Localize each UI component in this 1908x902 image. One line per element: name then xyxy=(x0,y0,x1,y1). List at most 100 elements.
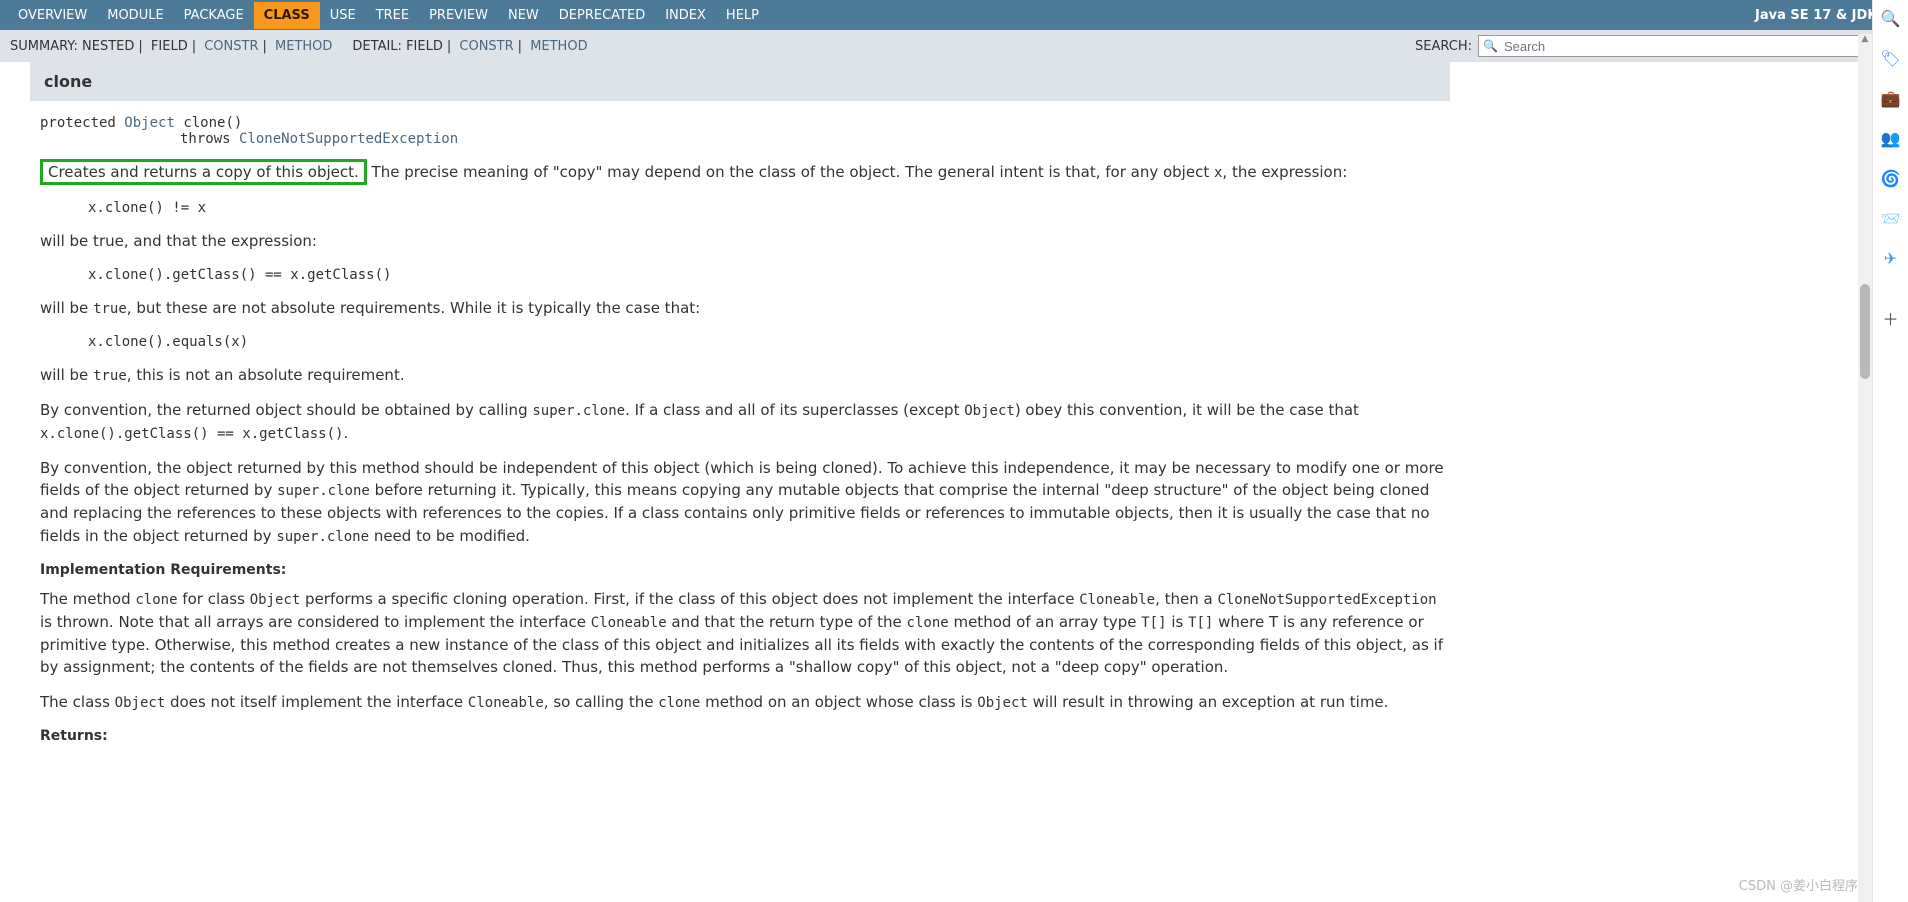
rail-send-icon[interactable]: ✈ xyxy=(1881,248,1901,268)
rail-plus-icon[interactable]: ＋ xyxy=(1881,308,1901,328)
p2code: true xyxy=(93,301,127,317)
highlighted-summary: Creates and returns a copy of this objec… xyxy=(40,159,367,185)
nav-preview[interactable]: PREVIEW xyxy=(419,2,498,29)
scrollbar-thumb[interactable] xyxy=(1860,284,1870,379)
detail-field: FIELD xyxy=(406,39,443,54)
scrollbar-track[interactable]: ▲ xyxy=(1858,34,1872,902)
ig: method of an array type xyxy=(949,613,1142,631)
p6a: The class xyxy=(40,693,115,711)
ib: for class xyxy=(178,590,250,608)
summary-rest-b: , the expression: xyxy=(1222,163,1347,181)
scroll-up-icon[interactable]: ▲ xyxy=(1858,34,1872,48)
rail-tag-icon[interactable]: 🏷 xyxy=(1881,48,1901,68)
rail-people-icon[interactable]: 👥 xyxy=(1881,128,1901,148)
summary-label: SUMMARY: xyxy=(10,39,78,54)
p4: By convention, the returned object shoul… xyxy=(40,393,1450,451)
return-type-link[interactable]: Object xyxy=(124,115,175,131)
ic: performs a specific cloning operation. F… xyxy=(300,590,1079,608)
throws-keyword: throws xyxy=(180,131,231,147)
p5code2: super.clone xyxy=(276,529,369,545)
nav-tree[interactable]: TREE xyxy=(366,2,419,29)
ic5: Cloneable xyxy=(591,615,667,631)
p6d: method on an object whose class is xyxy=(700,693,977,711)
rail-search-icon[interactable]: 🔍 xyxy=(1881,8,1901,28)
ic1: clone xyxy=(135,592,177,608)
nav-package[interactable]: PACKAGE xyxy=(174,2,254,29)
search-label: SEARCH: xyxy=(1415,39,1472,54)
top-navigation: OVERVIEW MODULE PACKAGE CLASS USE TREE P… xyxy=(0,0,1908,30)
p2a: will be xyxy=(40,299,93,317)
nav-module[interactable]: MODULE xyxy=(97,2,173,29)
ic7: T[] xyxy=(1141,615,1166,631)
p4b: . If a class and all of its superclasses… xyxy=(625,401,964,419)
summary-group: SUMMARY: NESTED| FIELD| CONSTR| METHOD xyxy=(10,39,332,54)
sub-navigation: SUMMARY: NESTED| FIELD| CONSTR| METHOD D… xyxy=(0,30,1908,62)
p6: The class Object does not itself impleme… xyxy=(40,685,1450,720)
expr1: x.clone() != x xyxy=(40,192,1450,224)
rail-cloud-icon[interactable]: 🌀 xyxy=(1881,168,1901,188)
ic6: clone xyxy=(907,615,949,631)
browser-side-rail: 🔍 🏷 💼 👥 🌀 📨 ✈ ＋ xyxy=(1872,0,1908,902)
rail-briefcase-icon[interactable]: 💼 xyxy=(1881,88,1901,108)
p4code1: super.clone xyxy=(532,403,625,419)
search-wrap: SEARCH: 🔍 ✕ xyxy=(1415,35,1898,57)
p6c2: Cloneable xyxy=(468,695,544,711)
p2: will be true, but these are not absolute… xyxy=(40,291,1450,326)
ie: is thrown. Note that all arrays are cons… xyxy=(40,613,591,631)
ic3: Cloneable xyxy=(1079,592,1155,608)
search-input[interactable] xyxy=(1502,37,1876,56)
p4a: By convention, the returned object shoul… xyxy=(40,401,532,419)
method-summary-text: Creates and returns a copy of this objec… xyxy=(40,153,1450,192)
p3b: , this is not an absolute requirement. xyxy=(127,366,405,384)
method-detail: clone protected Object clone() throws Cl… xyxy=(0,62,1490,768)
nav-new[interactable]: NEW xyxy=(498,2,549,29)
p6c3: clone xyxy=(658,695,700,711)
search-box: 🔍 ✕ xyxy=(1478,35,1898,57)
returns-label: Returns: xyxy=(40,720,1450,748)
p6c1: Object xyxy=(115,695,166,711)
summary-field: FIELD xyxy=(151,39,188,54)
nav-tabs: OVERVIEW MODULE PACKAGE CLASS USE TREE P… xyxy=(8,2,769,29)
expr2: x.clone().getClass() == x.getClass() xyxy=(40,259,1450,291)
nav-class[interactable]: CLASS xyxy=(254,2,320,29)
p5: By convention, the object returned by th… xyxy=(40,451,1450,554)
p3code: true xyxy=(93,368,127,384)
p6c: , so calling the xyxy=(544,693,658,711)
p3: will be true, this is not an absolute re… xyxy=(40,358,1450,393)
p4code2: Object xyxy=(964,403,1015,419)
modifier: protected xyxy=(40,115,116,131)
nav-use[interactable]: USE xyxy=(320,2,366,29)
summary-constr-link[interactable]: CONSTR xyxy=(204,39,258,54)
expr3: x.clone().equals(x) xyxy=(40,326,1450,358)
summary-rest-a: The precise meaning of "copy" may depend… xyxy=(367,163,1214,181)
detail-method-link[interactable]: METHOD xyxy=(530,39,587,54)
ic2: Object xyxy=(250,592,301,608)
detail-label: DETAIL: xyxy=(352,39,402,54)
detail-constr-link[interactable]: CONSTR xyxy=(459,39,513,54)
nav-help[interactable]: HELP xyxy=(716,2,769,29)
summary-nested: NESTED xyxy=(82,39,134,54)
p4code3: x.clone().getClass() == x.getClass() xyxy=(40,426,343,442)
detail-group: DETAIL: FIELD| CONSTR| METHOD xyxy=(352,39,587,54)
impl-req-label: Implementation Requirements: xyxy=(40,554,1450,582)
p4c: ) obey this convention, it will be the c… xyxy=(1015,401,1359,419)
throws-type-link[interactable]: CloneNotSupportedException xyxy=(239,131,458,147)
method-signature: protected Object clone() throws CloneNot… xyxy=(40,101,1450,153)
p6b: does not itself implement the interface xyxy=(165,693,468,711)
p3a: will be xyxy=(40,366,93,384)
ia: The method xyxy=(40,590,135,608)
id: , then a xyxy=(1155,590,1217,608)
ic4: CloneNotSupportedException xyxy=(1217,592,1436,608)
p4d: . xyxy=(343,424,348,442)
nav-deprecated[interactable]: DEPRECATED xyxy=(549,2,655,29)
nav-index[interactable]: INDEX xyxy=(655,2,716,29)
method-name-parens: clone() xyxy=(183,115,242,131)
ic8: T[] xyxy=(1188,615,1213,631)
p2b: , but these are not absolute requirement… xyxy=(127,299,700,317)
rail-mail-icon[interactable]: 📨 xyxy=(1881,208,1901,228)
ih: is xyxy=(1167,613,1189,631)
nav-overview[interactable]: OVERVIEW xyxy=(8,2,97,29)
summary-method-link[interactable]: METHOD xyxy=(275,39,332,54)
method-name-header: clone xyxy=(30,62,1450,101)
search-icon: 🔍 xyxy=(1479,39,1502,53)
